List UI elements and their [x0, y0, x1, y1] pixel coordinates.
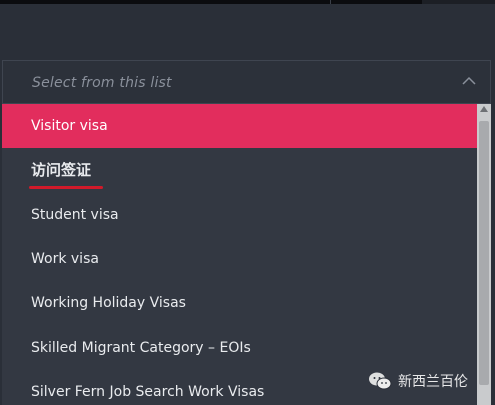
option-working-holiday-visas[interactable]: Working Holiday Visas: [2, 281, 477, 325]
option-work-visa[interactable]: Work visa: [2, 237, 477, 281]
chevron-up-icon[interactable]: [462, 76, 476, 86]
option-student-visa[interactable]: Student visa: [2, 193, 477, 237]
top-strip: [0, 0, 495, 4]
wechat-icon: [369, 372, 392, 390]
option-visitor-visa[interactable]: Visitor visa: [2, 104, 477, 148]
wechat-watermark: 新西兰百伦: [368, 370, 468, 392]
top-dark-block: [0, 0, 422, 4]
top-divider: [330, 0, 331, 4]
select-placeholder: Select from this list: [32, 75, 172, 91]
visa-type-select[interactable]: Select from this list: [2, 60, 491, 104]
dropdown-list: Visitor visa 访问签证 Student visa Work visa…: [2, 104, 477, 405]
red-annotation-underline: [29, 186, 103, 189]
scrollbar-thumb[interactable]: [479, 121, 489, 385]
option-skilled-migrant-category[interactable]: Skilled Migrant Category – EOIs: [2, 326, 477, 370]
scroll-up-arrow-icon[interactable]: [480, 106, 488, 112]
watermark-text: 新西兰百伦: [398, 374, 468, 390]
